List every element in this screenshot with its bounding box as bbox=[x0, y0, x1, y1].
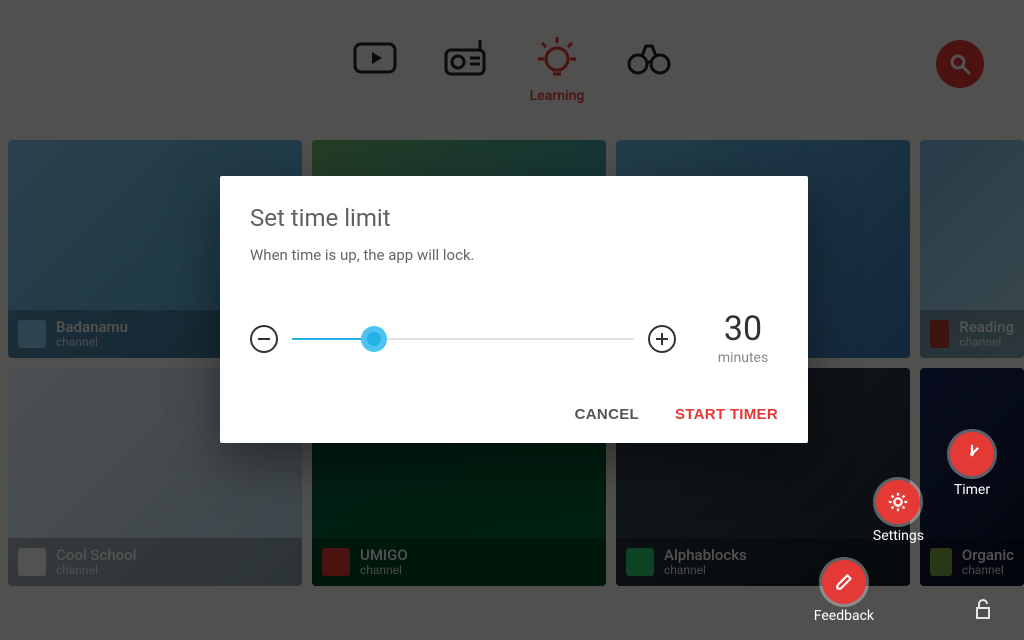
lock-icon[interactable] bbox=[974, 598, 992, 624]
slider-thumb[interactable] bbox=[361, 326, 387, 352]
plus-icon-v bbox=[661, 333, 663, 345]
fab-settings-item: Settings bbox=[873, 480, 924, 544]
value-unit: minutes bbox=[708, 350, 778, 366]
value-number: 30 bbox=[708, 312, 778, 346]
value-display: 30 minutes bbox=[708, 312, 778, 366]
timer-icon bbox=[961, 443, 983, 465]
fab-feedback-item: Feedback bbox=[814, 560, 874, 624]
fab-timer-label: Timer bbox=[954, 482, 990, 498]
fab-feedback-label: Feedback bbox=[814, 608, 874, 624]
gear-icon bbox=[887, 491, 909, 513]
dialog-description: When time is up, the app will lock. bbox=[250, 246, 778, 264]
pencil-icon bbox=[834, 572, 854, 592]
time-slider[interactable] bbox=[292, 338, 634, 340]
time-limit-dialog: Set time limit When time is up, the app … bbox=[220, 176, 808, 443]
minus-icon bbox=[258, 338, 270, 340]
increase-button[interactable] bbox=[648, 325, 676, 353]
start-timer-button[interactable]: START TIMER bbox=[675, 406, 778, 423]
app-root: Learning Badanamuchannel Readingchannel … bbox=[0, 0, 1024, 640]
dialog-actions: CANCEL START TIMER bbox=[250, 406, 778, 423]
dialog-title: Set time limit bbox=[250, 204, 778, 232]
slider-row: 30 minutes bbox=[250, 312, 778, 366]
fab-feedback[interactable] bbox=[822, 560, 866, 604]
fab-settings[interactable] bbox=[876, 480, 920, 524]
fab-settings-label: Settings bbox=[873, 528, 924, 544]
fab-timer-item: Timer bbox=[950, 432, 994, 498]
decrease-button[interactable] bbox=[250, 325, 278, 353]
fab-timer[interactable] bbox=[950, 432, 994, 476]
cancel-button[interactable]: CANCEL bbox=[575, 406, 639, 423]
